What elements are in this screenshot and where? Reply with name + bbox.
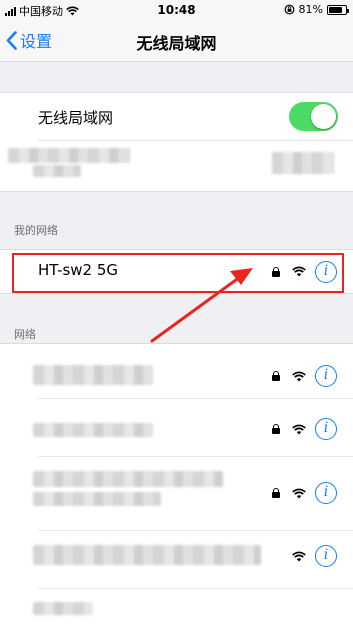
lock-icon [272, 488, 280, 498]
wifi-toggle-row: 无线局域网 [0, 93, 353, 140]
networks-group: i i i i [0, 343, 353, 634]
divider [38, 588, 353, 589]
wifi-toggle-group: 无线局域网 [0, 92, 353, 192]
connected-network-row[interactable] [0, 141, 353, 193]
redacted-network-detail [33, 165, 81, 177]
redacted-network-icons [272, 152, 334, 174]
info-icon[interactable]: i [315, 482, 337, 504]
network-row[interactable]: i [0, 540, 353, 580]
my-networks-header: 我的网络 [14, 224, 58, 237]
battery-percent: 81% [298, 3, 323, 16]
divider [38, 456, 353, 457]
switch-knob [311, 104, 336, 129]
wifi-icon [292, 488, 306, 499]
network-row[interactable]: i [0, 408, 353, 448]
info-icon[interactable]: i [315, 545, 337, 567]
redacted-network-name [33, 471, 223, 487]
redacted-network-detail [33, 492, 161, 506]
info-icon[interactable]: i [315, 365, 337, 387]
network-row[interactable] [0, 594, 353, 634]
divider [38, 530, 353, 531]
nav-bar: 设置 无线局域网 [0, 20, 353, 62]
redacted-network-name [33, 423, 153, 437]
redacted-network-name [8, 148, 130, 163]
networks-header: 网络 [14, 328, 36, 341]
page-title: 无线局域网 [136, 34, 217, 53]
wifi-icon [292, 371, 306, 382]
battery-fill [329, 6, 342, 13]
lock-icon [272, 371, 280, 381]
wifi-icon [292, 551, 306, 562]
divider [38, 398, 353, 399]
lock-icon [272, 424, 280, 434]
highlight-box [12, 253, 344, 293]
orientation-lock-icon [284, 4, 294, 15]
network-row[interactable]: i [0, 356, 353, 396]
info-icon[interactable]: i [315, 418, 337, 440]
redacted-network-name [33, 545, 261, 565]
wifi-icon [292, 424, 306, 435]
battery-icon [327, 4, 349, 15]
wifi-toggle-label: 无线局域网 [38, 109, 114, 127]
redacted-network-name [33, 602, 93, 615]
wifi-toggle-switch[interactable] [289, 102, 338, 131]
status-bar: 中国移动 10:48 81% [0, 0, 353, 20]
status-right: 81% [284, 3, 349, 16]
network-row[interactable]: i [0, 466, 353, 522]
redacted-network-name [33, 365, 153, 385]
